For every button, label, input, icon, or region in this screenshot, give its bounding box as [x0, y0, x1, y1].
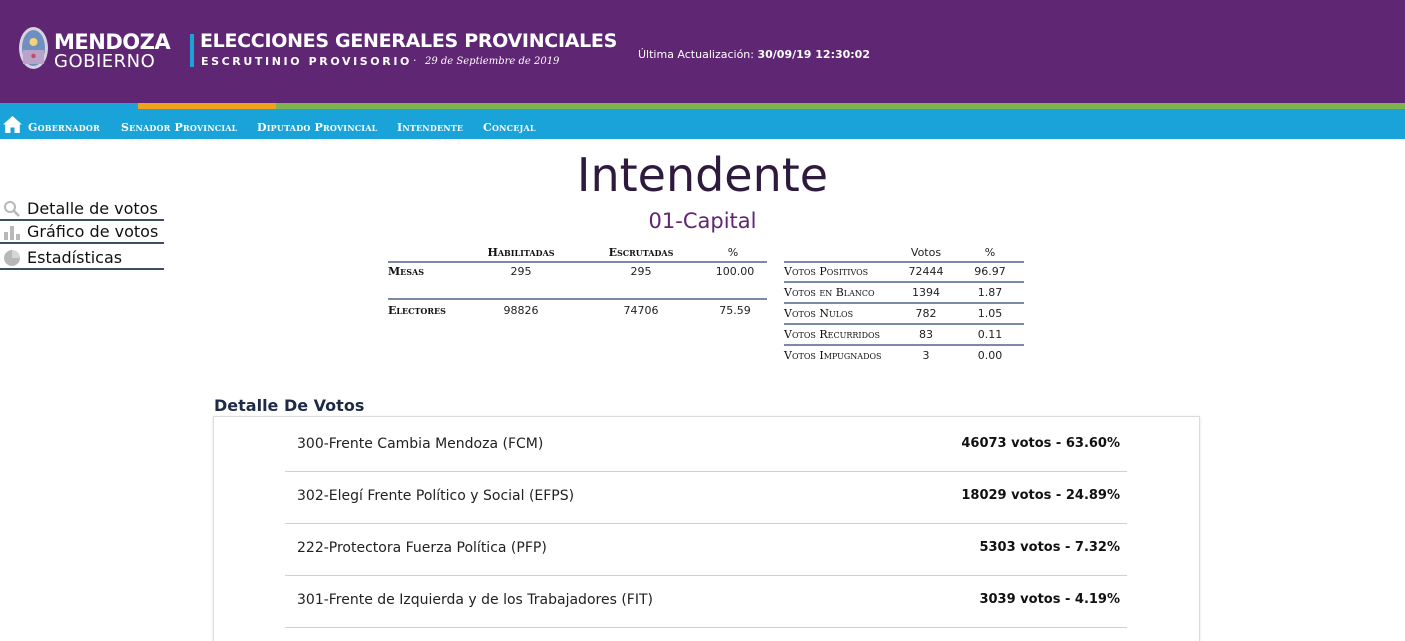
table-divider	[784, 261, 1024, 263]
party-votes: 5303 votos - 7.32%	[979, 540, 1120, 555]
votos-positivos-count: 72444	[908, 265, 944, 278]
party-row: 300-Frente Cambia Mendoza (FCM) 46073 vo…	[285, 420, 1127, 472]
party-row: 302-Elegí Frente Político y Social (EFPS…	[285, 472, 1127, 524]
party-row: 222-Protectora Fuerza Política (PFP) 530…	[285, 524, 1127, 576]
row-label-votos-impugnados: Votos Impugnados	[784, 349, 882, 362]
sidebar-item-label: Estadísticas	[27, 248, 123, 267]
electores-percent: 75.59	[719, 304, 751, 317]
party-name: 301-Frente de Izquierda y de los Trabaja…	[297, 592, 653, 608]
home-icon[interactable]	[2, 115, 23, 134]
votos-recurridos-percent: 0.11	[977, 328, 1003, 341]
party-row: 301-Frente de Izquierda y de los Trabaja…	[285, 576, 1127, 628]
votos-blanco-percent: 1.87	[977, 286, 1003, 299]
sidebar-item-estadisticas[interactable]: Estadísticas	[0, 246, 164, 270]
mendoza-shield-logo[interactable]	[18, 26, 49, 70]
votos-nulos-percent: 1.05	[977, 307, 1003, 320]
row-label-votos-nulos: Votos Nulos	[784, 307, 854, 320]
district-subtitle: 01-Capital	[648, 209, 757, 233]
nav-item-diputado-provincial[interactable]: Diputado Provincial	[257, 121, 377, 134]
votos-nulos-count: 782	[915, 307, 937, 320]
party-votes: 46073 votos - 63.60%	[961, 436, 1120, 451]
electores-escrutados: 74706	[623, 304, 659, 317]
votos-blanco-count: 1394	[912, 286, 940, 299]
last-update: Última Actualización: 30/09/19 12:30:02	[638, 48, 870, 61]
mesas-percent: 100.00	[715, 265, 755, 278]
pie-chart-icon	[4, 250, 20, 266]
subtitle-separator: ·	[413, 54, 417, 67]
column-header-percent: %	[984, 246, 996, 259]
nav-item-senador-provincial[interactable]: Senador Provincial	[121, 121, 238, 134]
escrutinio-subtitle: ESCRUTINIO PROVISORIO	[201, 55, 412, 68]
nav-item-gobernador[interactable]: Gobernador	[28, 121, 100, 134]
table-divider	[784, 281, 1024, 283]
last-update-label: Última Actualización:	[638, 48, 754, 61]
table-divider	[784, 302, 1024, 304]
site-header: MENDOZA GOBIERNO ELECCIONES GENERALES PR…	[0, 0, 1405, 103]
party-votes: 3039 votos - 4.19%	[979, 592, 1120, 607]
table-divider	[388, 298, 767, 300]
election-title: ELECCIONES GENERALES PROVINCIALES	[200, 30, 617, 52]
column-header-votos: Votos	[910, 246, 942, 259]
row-label-mesas: Mesas	[388, 265, 425, 278]
nav-item-concejal[interactable]: Concejal	[483, 121, 536, 134]
election-date: 29 de Septiembre de 2019	[425, 56, 560, 67]
detail-section-title: Detalle De Votos	[214, 396, 365, 415]
votos-positivos-percent: 96.97	[974, 265, 1006, 278]
logo-gobierno-text: GOBIERNO	[54, 51, 156, 72]
row-label-electores: Electores	[388, 304, 446, 317]
votos-impugnados-count: 3	[922, 349, 930, 362]
row-label-votos-blanco: Votos en Blanco	[784, 286, 875, 299]
party-name: 302-Elegí Frente Político y Social (EFPS…	[297, 488, 575, 504]
votos-impugnados-percent: 0.00	[977, 349, 1003, 362]
main-nav: Gobernador Senador Provincial Diputado P…	[0, 109, 1405, 139]
page-title: Intendente	[576, 148, 829, 202]
column-header-escrutadas: Escrutadas	[608, 246, 674, 259]
last-update-value: 30/09/19 12:30:02	[757, 48, 870, 61]
row-label-votos-recurridos: Votos Recurridos	[784, 328, 881, 341]
votos-recurridos-count: 83	[919, 328, 933, 341]
table-divider	[784, 323, 1024, 325]
mesas-habilitadas: 295	[510, 265, 532, 278]
title-accent-bar	[190, 34, 194, 67]
party-name: 222-Protectora Fuerza Política (PFP)	[297, 540, 547, 556]
row-label-votos-positivos: Votos Positivos	[784, 265, 869, 278]
mesas-escrutadas: 295	[630, 265, 652, 278]
electores-habilitados: 98826	[503, 304, 539, 317]
table-divider	[784, 344, 1024, 346]
column-header-habilitadas: Habilitadas	[487, 246, 555, 259]
table-divider	[388, 261, 767, 263]
column-header-percent: %	[727, 246, 739, 259]
party-votes: 18029 votos - 24.89%	[961, 488, 1120, 503]
nav-item-intendente[interactable]: Intendente	[397, 121, 463, 134]
party-name: 300-Frente Cambia Mendoza (FCM)	[297, 436, 544, 452]
